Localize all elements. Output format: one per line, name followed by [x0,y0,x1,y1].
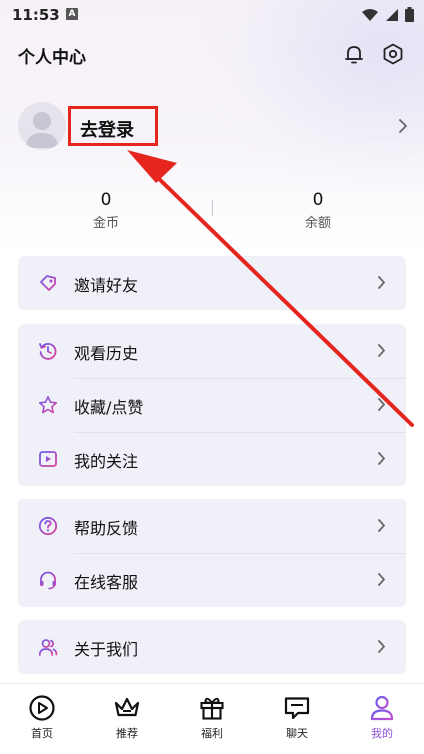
tab-recommend[interactable]: 推荐 [97,694,157,741]
avatar[interactable] [18,102,66,150]
gift-icon [200,697,224,720]
tag-icon [40,275,56,291]
page-title: 个人中心 [18,48,86,68]
coins-stat[interactable]: 0 金币 [46,190,166,231]
chevron-right-icon [378,640,385,653]
invite-card: 邀请好友 [18,256,406,310]
chevron-right-icon [378,344,385,357]
settings-icon[interactable] [381,42,405,66]
coins-label: 金币 [92,216,119,231]
headset-icon [40,571,56,590]
about-card: 关于我们 [18,620,406,674]
tab-chat[interactable]: 聊天 [267,694,327,741]
menu-item-label: 观看历史 [74,344,139,363]
balance-value: 0 [312,190,324,210]
status-bar: 11:53 A [0,0,424,30]
tab-welfare[interactable]: 福利 [182,694,242,741]
menu-item-label: 在线客服 [74,573,139,592]
crown-icon [114,697,140,717]
wallet-stats: 0 金币 0 余额 [0,190,424,235]
tab-label: 福利 [201,727,223,740]
menu-item-label: 邀请好友 [74,276,139,295]
tab-mine[interactable]: 我的 [352,694,412,741]
menu-item-label: 帮助反馈 [74,519,139,538]
stats-divider [212,200,213,216]
status-time: 11:53 [12,6,60,24]
menu-item-service[interactable]: 在线客服 [18,553,406,607]
status-indicators [361,7,414,22]
menu-item-label: 我的关注 [74,452,139,471]
tab-home[interactable]: 首页 [12,694,72,741]
chat-icon [284,697,310,720]
menu-item-favorites[interactable]: 收藏/点赞 [18,378,406,432]
profile-login-row[interactable]: 去登录 [18,102,408,154]
chevron-right-icon [378,519,385,532]
coins-value: 0 [100,190,112,210]
tab-label: 我的 [371,727,393,740]
battery-icon [405,7,414,22]
bottom-tab-bar: 首页 推荐 福利 聊天 我的 [0,683,424,754]
chevron-right-icon [378,452,385,465]
help-icon [38,516,58,536]
star-icon [38,396,58,414]
history-icon [39,343,57,360]
chevron-right-icon [399,119,407,133]
chevron-right-icon [378,398,385,411]
user-icon [370,695,394,721]
tab-label: 首页 [31,727,53,740]
menu-item-label: 收藏/点赞 [74,398,144,417]
tab-label: 推荐 [116,727,138,740]
menu-item-following[interactable]: 我的关注 [18,432,406,486]
balance-label: 余额 [304,216,331,231]
menu-item-feedback[interactable]: 帮助反馈 [18,499,406,553]
chevron-right-icon [378,276,385,289]
signal-icon [386,8,398,21]
wifi-icon [362,8,378,21]
user-placeholder-icon [26,112,58,148]
menu-item-about[interactable]: 关于我们 [18,620,406,674]
bell-icon[interactable] [342,42,366,66]
menu-item-label: 关于我们 [74,640,139,659]
menu-item-history[interactable]: 观看历史 [18,324,406,378]
tab-label: 聊天 [286,727,308,740]
notification-icon: A [66,8,78,20]
login-label[interactable]: 去登录 [80,116,134,142]
menu-item-invite[interactable]: 邀请好友 [18,256,406,310]
activity-card: 观看历史 收藏/点赞 我的关注 [18,324,406,486]
users-icon [38,639,58,656]
balance-stat[interactable]: 0 余额 [258,190,378,231]
play-circle-icon [29,695,55,721]
video-play-icon [39,451,57,467]
support-card: 帮助反馈 在线客服 [18,499,406,607]
chevron-right-icon [378,573,385,586]
